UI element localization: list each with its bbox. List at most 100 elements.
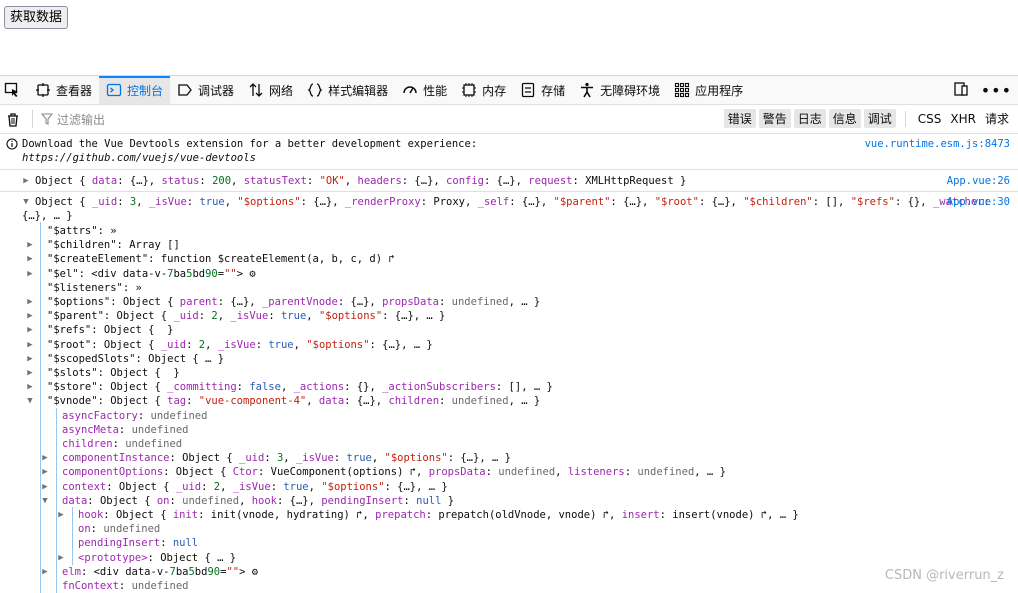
tab-debugger[interactable]: 调试器 [170,76,241,104]
expand-toggle-icon[interactable]: ▶ [24,338,36,352]
performance-icon [402,82,418,98]
message-source[interactable]: App.vue:26 [947,174,1010,188]
message-source[interactable]: App.vue:30 [947,195,1010,209]
tab-application[interactable]: 应用程序 [667,76,750,104]
tree-row-text: asyncMeta: undefined [62,424,189,436]
tab-label: 网络 [269,83,294,98]
collapse-toggle-icon[interactable]: ▼ [20,195,32,209]
divider [0,169,1018,170]
tab-style-editor[interactable]: 样式编辑器 [300,76,395,104]
tree-row-text: <prototype>: Object { … } [78,552,237,564]
tab-label: 应用程序 [695,83,744,98]
tab-label: 存储 [541,83,566,98]
tree-row-text: context: Object { _uid: 2, _isVue: true,… [62,481,448,493]
divider [904,110,906,127]
fetch-data-button[interactable]: 获取数据 [4,6,69,29]
tree-row-text: "$listeners": » [47,282,142,294]
filter-output-input[interactable]: 过滤输出 [41,111,105,128]
tree-row-text: fnContext: undefined [62,580,189,592]
tree-row-text: "$root": Object { _uid: 2, _isVue: true,… [47,339,433,351]
devtools-toolbar: 查看器 控制台 调试器 网络 样式编辑器 性能 内存 存储 无障碍环境 应用程序 ••• [0,76,1018,105]
tree-row-text: "$vnode": Object { tag: "vue-component-4… [47,395,541,407]
tree-row-text: "$store": Object { _committing: false, _… [47,381,553,393]
collapse-toggle-icon[interactable]: ▼ [24,394,36,408]
expand-toggle-icon[interactable]: ▶ [24,238,36,252]
console-filter-bar: 过滤输出 错误 警告 日志 信息 调试 CSS XHR 请求 [0,105,1018,134]
message-link[interactable]: https://github.com/vuejs/vue-devtools [22,151,256,165]
inspector-icon [35,82,51,98]
expand-toggle-icon[interactable]: ▶ [24,295,36,309]
expand-toggle-icon[interactable]: ▶ [24,380,36,394]
filter-icon [41,113,53,125]
debugger-icon [177,82,193,98]
message-text: Download the Vue Devtools extension for … [22,138,478,150]
tab-label: 内存 [482,83,507,98]
message-text-continued: {…}, … } [22,210,73,222]
devtools-panel: 查看器 控制台 调试器 网络 样式编辑器 性能 内存 存储 无障碍环境 应用程序 ••• 过滤输出… [0,75,1018,593]
tab-label: 调试器 [198,83,235,98]
clear-console-icon[interactable] [6,111,22,127]
expand-toggle-icon[interactable]: ▶ [24,366,36,380]
filter-level-button[interactable]: 错误 [723,109,756,128]
message-text: Object { _uid: 3, _isVue: true, "$option… [35,196,990,208]
tree-row-text: on: undefined [78,523,161,535]
indent-guide [72,507,73,565]
divider [0,191,1018,192]
tree-row-text: hook: Object { init: init(vnode, hydrati… [78,509,799,521]
tree-row-text: "$scopedSlots": Object { … } [47,353,225,365]
accessibility-icon [579,82,595,98]
watermark: CSDN @riverrun_z [884,568,1004,583]
expand-toggle-icon[interactable]: ▶ [20,174,32,188]
tab-label: 控制台 [127,83,164,98]
element-picker-icon [4,82,18,97]
tab-inspector[interactable]: 查看器 [28,76,99,104]
filter-type-button[interactable]: 请求 [982,109,1012,128]
tree-row-text: pendingInsert: null [78,537,199,549]
tab-memory[interactable]: 内存 [454,76,513,104]
tree-row-text: asyncFactory: undefined [62,410,208,422]
filter-type-button[interactable]: CSS [915,111,945,127]
tree-row-text: "$el": <div data-v-7ba5bd90=""> ⚙ [47,268,256,280]
filter-level-button[interactable]: 信息 [828,109,861,128]
memory-icon [461,82,477,98]
expand-toggle-icon[interactable]: ▶ [24,352,36,366]
tab-label: 样式编辑器 [328,83,389,98]
tab-label: 无障碍环境 [600,83,661,98]
more-options-icon[interactable]: ••• [981,81,1012,100]
expand-toggle-icon[interactable]: ▶ [24,252,36,266]
tree-row-text: "$createElement": function $createElemen… [47,253,395,265]
tree-row-text: "$children": Array [] [47,239,180,251]
expand-toggle-icon[interactable]: ▶ [24,309,36,323]
console-output: Download the Vue Devtools extension for … [0,134,1018,593]
filter-level-button[interactable]: 日志 [793,109,826,128]
filter-type-button[interactable]: XHR [947,111,979,127]
tree-row-text: children: undefined [62,438,183,450]
tree-row-text: componentInstance: Object { _uid: 3, _is… [62,452,511,464]
tree-row-text: "$attrs": » [47,225,117,237]
expand-toggle-icon[interactable]: ▶ [24,323,36,337]
info-icon [6,138,18,150]
expand-toggle-icon[interactable]: ▶ [24,267,36,281]
tree-row-text: "$refs": Object { } [47,324,174,336]
tree-row-text: "$options": Object { parent: {…}, _paren… [47,296,541,308]
indent-guide [40,222,41,593]
console-icon [106,82,122,98]
divider [32,110,33,128]
element-picker-button[interactable] [0,76,28,104]
responsive-design-icon[interactable] [953,81,969,100]
message-source[interactable]: vue.runtime.esm.js:8473 [865,137,1010,151]
filter-level-button[interactable]: 警告 [758,109,791,128]
filter-level-button[interactable]: 调试 [863,109,896,128]
tree-row-text: data: Object { on: undefined, hook: {…},… [62,495,455,507]
tab-performance[interactable]: 性能 [395,76,454,104]
application-icon [674,82,690,98]
message-text: Object { data: {…}, status: 200, statusT… [35,175,687,187]
tab-network[interactable]: 网络 [241,76,300,104]
tab-accessibility[interactable]: 无障碍环境 [572,76,667,104]
indent-guide [56,408,57,593]
tab-storage[interactable]: 存储 [513,76,572,104]
tab-label: 性能 [423,83,448,98]
tab-console[interactable]: 控制台 [99,76,171,104]
tree-row-text: "$parent": Object { _uid: 2, _isVue: tru… [47,310,446,322]
tree-row-text: componentOptions: Object { Ctor: VueComp… [62,466,726,478]
